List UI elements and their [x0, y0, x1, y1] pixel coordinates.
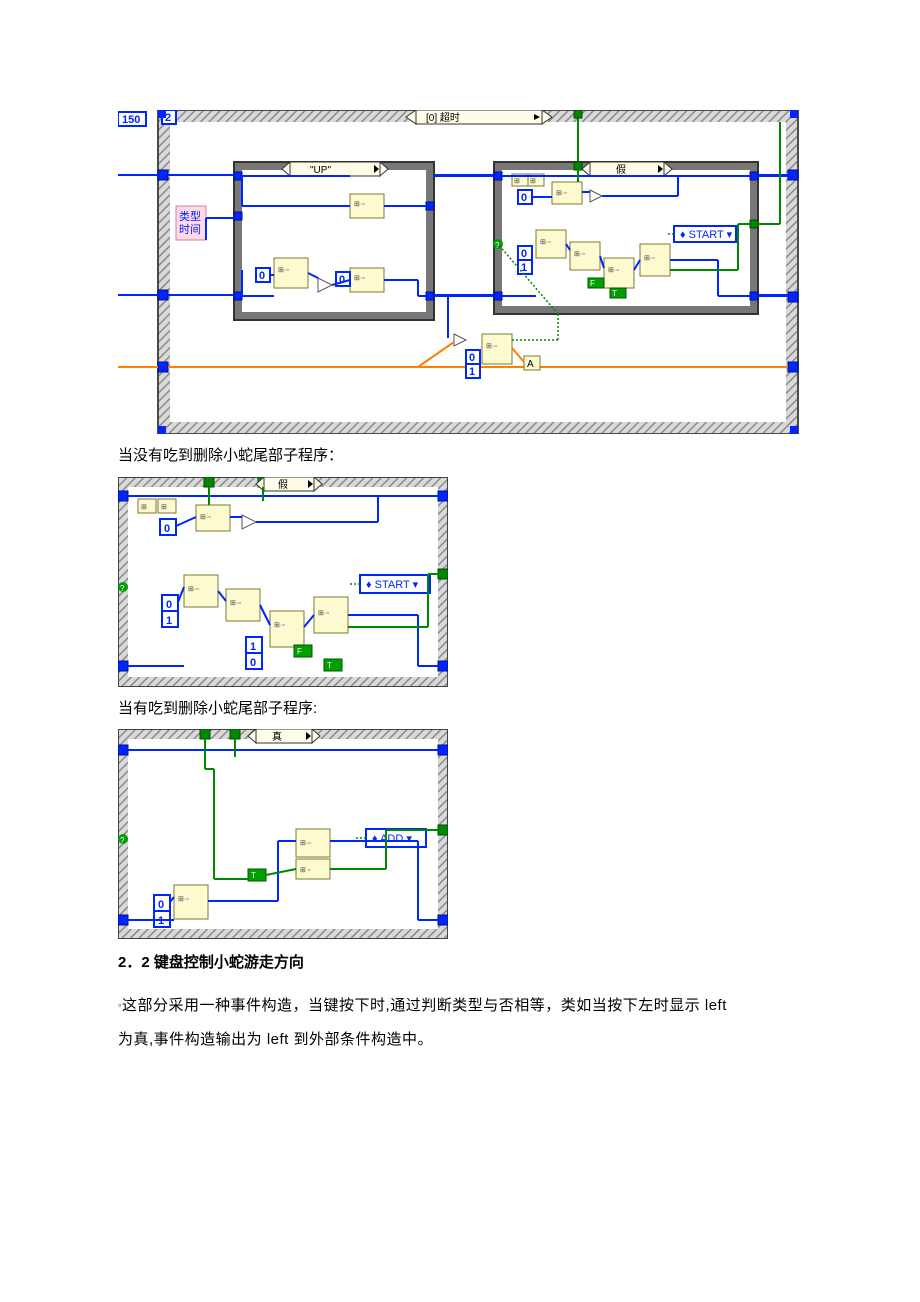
- svg-text:⊞·▫: ⊞·▫: [540, 239, 551, 246]
- svg-text:0: 0: [166, 599, 172, 611]
- diagram-true-case: 真 ? ⊞·▫ ⊞·▫ ⊞ ▫ 0 1 T ♦ ADD ▾: [118, 729, 802, 939]
- svg-text:⊞·▫: ⊞·▫: [274, 622, 285, 629]
- svg-text:⊞·▫: ⊞·▫: [354, 201, 365, 208]
- svg-text:0: 0: [164, 523, 170, 535]
- svg-text:⊞·▫: ⊞·▫: [556, 190, 567, 197]
- svg-text:0: 0: [250, 657, 256, 669]
- section-heading: 2．2 键盘控制小蛇游走方向: [118, 949, 802, 978]
- svg-text:0: 0: [158, 899, 164, 911]
- paragraph-1: ◦这部分采用一种事件构造，当键按下时,通过判断类型与否相等，类如当按下左时显示 …: [118, 992, 802, 1021]
- svg-text:⊞ ▫: ⊞ ▫: [300, 867, 310, 874]
- svg-text:⊞·▫: ⊞·▫: [318, 610, 329, 617]
- svg-text:♦ ADD ▾: ♦ ADD ▾: [372, 833, 412, 845]
- svg-text:0: 0: [469, 352, 475, 364]
- svg-text:⊞·▫: ⊞·▫: [278, 267, 289, 274]
- svg-text:T: T: [251, 871, 256, 880]
- case-selector-true: 真: [272, 730, 282, 743]
- svg-text:1: 1: [469, 366, 475, 378]
- svg-text:0: 0: [259, 270, 265, 282]
- svg-text:⊞·▫: ⊞·▫: [178, 896, 189, 903]
- caption-2: 当有吃到删除小蛇尾部子程序:: [118, 695, 802, 724]
- svg-text:1: 1: [166, 615, 172, 627]
- svg-text:⊞·▫: ⊞·▫: [354, 275, 365, 282]
- event-data-node: 类型: [179, 209, 201, 223]
- svg-text:⊞: ⊞: [514, 178, 520, 185]
- case-false-selector: 假: [616, 163, 626, 176]
- svg-text:0: 0: [521, 192, 527, 204]
- svg-text:⊞·▫: ⊞·▫: [608, 267, 619, 274]
- svg-text:T: T: [327, 661, 332, 670]
- case-selector-false: 假: [278, 478, 288, 491]
- svg-text:?: ?: [495, 241, 500, 250]
- svg-text:1: 1: [521, 262, 527, 274]
- svg-text:♦ START ▾: ♦ START ▾: [366, 579, 419, 591]
- svg-text:⊞: ⊞: [530, 178, 536, 185]
- svg-text:F: F: [297, 647, 302, 656]
- svg-text:⊞: ⊞: [141, 504, 147, 511]
- svg-text:⊞·▫: ⊞·▫: [300, 840, 311, 847]
- svg-text:⊞·▫: ⊞·▫: [486, 343, 497, 350]
- svg-text:⊞·▫: ⊞·▫: [200, 514, 211, 521]
- diagram-false-case: 假 ? ⊞ ⊞ ⊞·▫ ⊞·▫ ⊞·▫ ⊞·▫ ⊞·▫ 0 0 1 0 1 F T…: [118, 477, 802, 687]
- svg-text:⊞·▫: ⊞·▫: [644, 255, 655, 262]
- caption-1: 当没有吃到删除小蛇尾部子程序：: [118, 442, 802, 471]
- svg-text:⊞: ⊞: [161, 504, 167, 511]
- const-150: 150: [122, 114, 140, 126]
- svg-text:⊞·▫: ⊞·▫: [574, 251, 585, 258]
- svg-text:♦ START ▾: ♦ START ▾: [680, 229, 733, 241]
- svg-text:0: 0: [339, 274, 345, 286]
- svg-text:T: T: [612, 289, 617, 298]
- svg-text:⊞·▫: ⊞·▫: [230, 600, 241, 607]
- svg-text:1: 1: [250, 641, 256, 653]
- svg-text:0: 0: [521, 248, 527, 260]
- svg-text:?: ?: [120, 836, 125, 845]
- svg-text:A: A: [527, 359, 534, 370]
- svg-text:⊞·▫: ⊞·▫: [188, 586, 199, 593]
- paragraph-2: 为真,事件构造输出为 left 到外部条件构造中。: [118, 1026, 802, 1055]
- svg-text:时间: 时间: [179, 223, 201, 236]
- svg-text:?: ?: [120, 584, 125, 593]
- svg-text:F: F: [590, 279, 595, 288]
- event-selector: [0] 超时: [426, 111, 460, 124]
- case-up-selector: "UP": [310, 165, 331, 176]
- diagram-main-event: 150 2 [0] 超时 类型 时间 "UP": [118, 110, 802, 434]
